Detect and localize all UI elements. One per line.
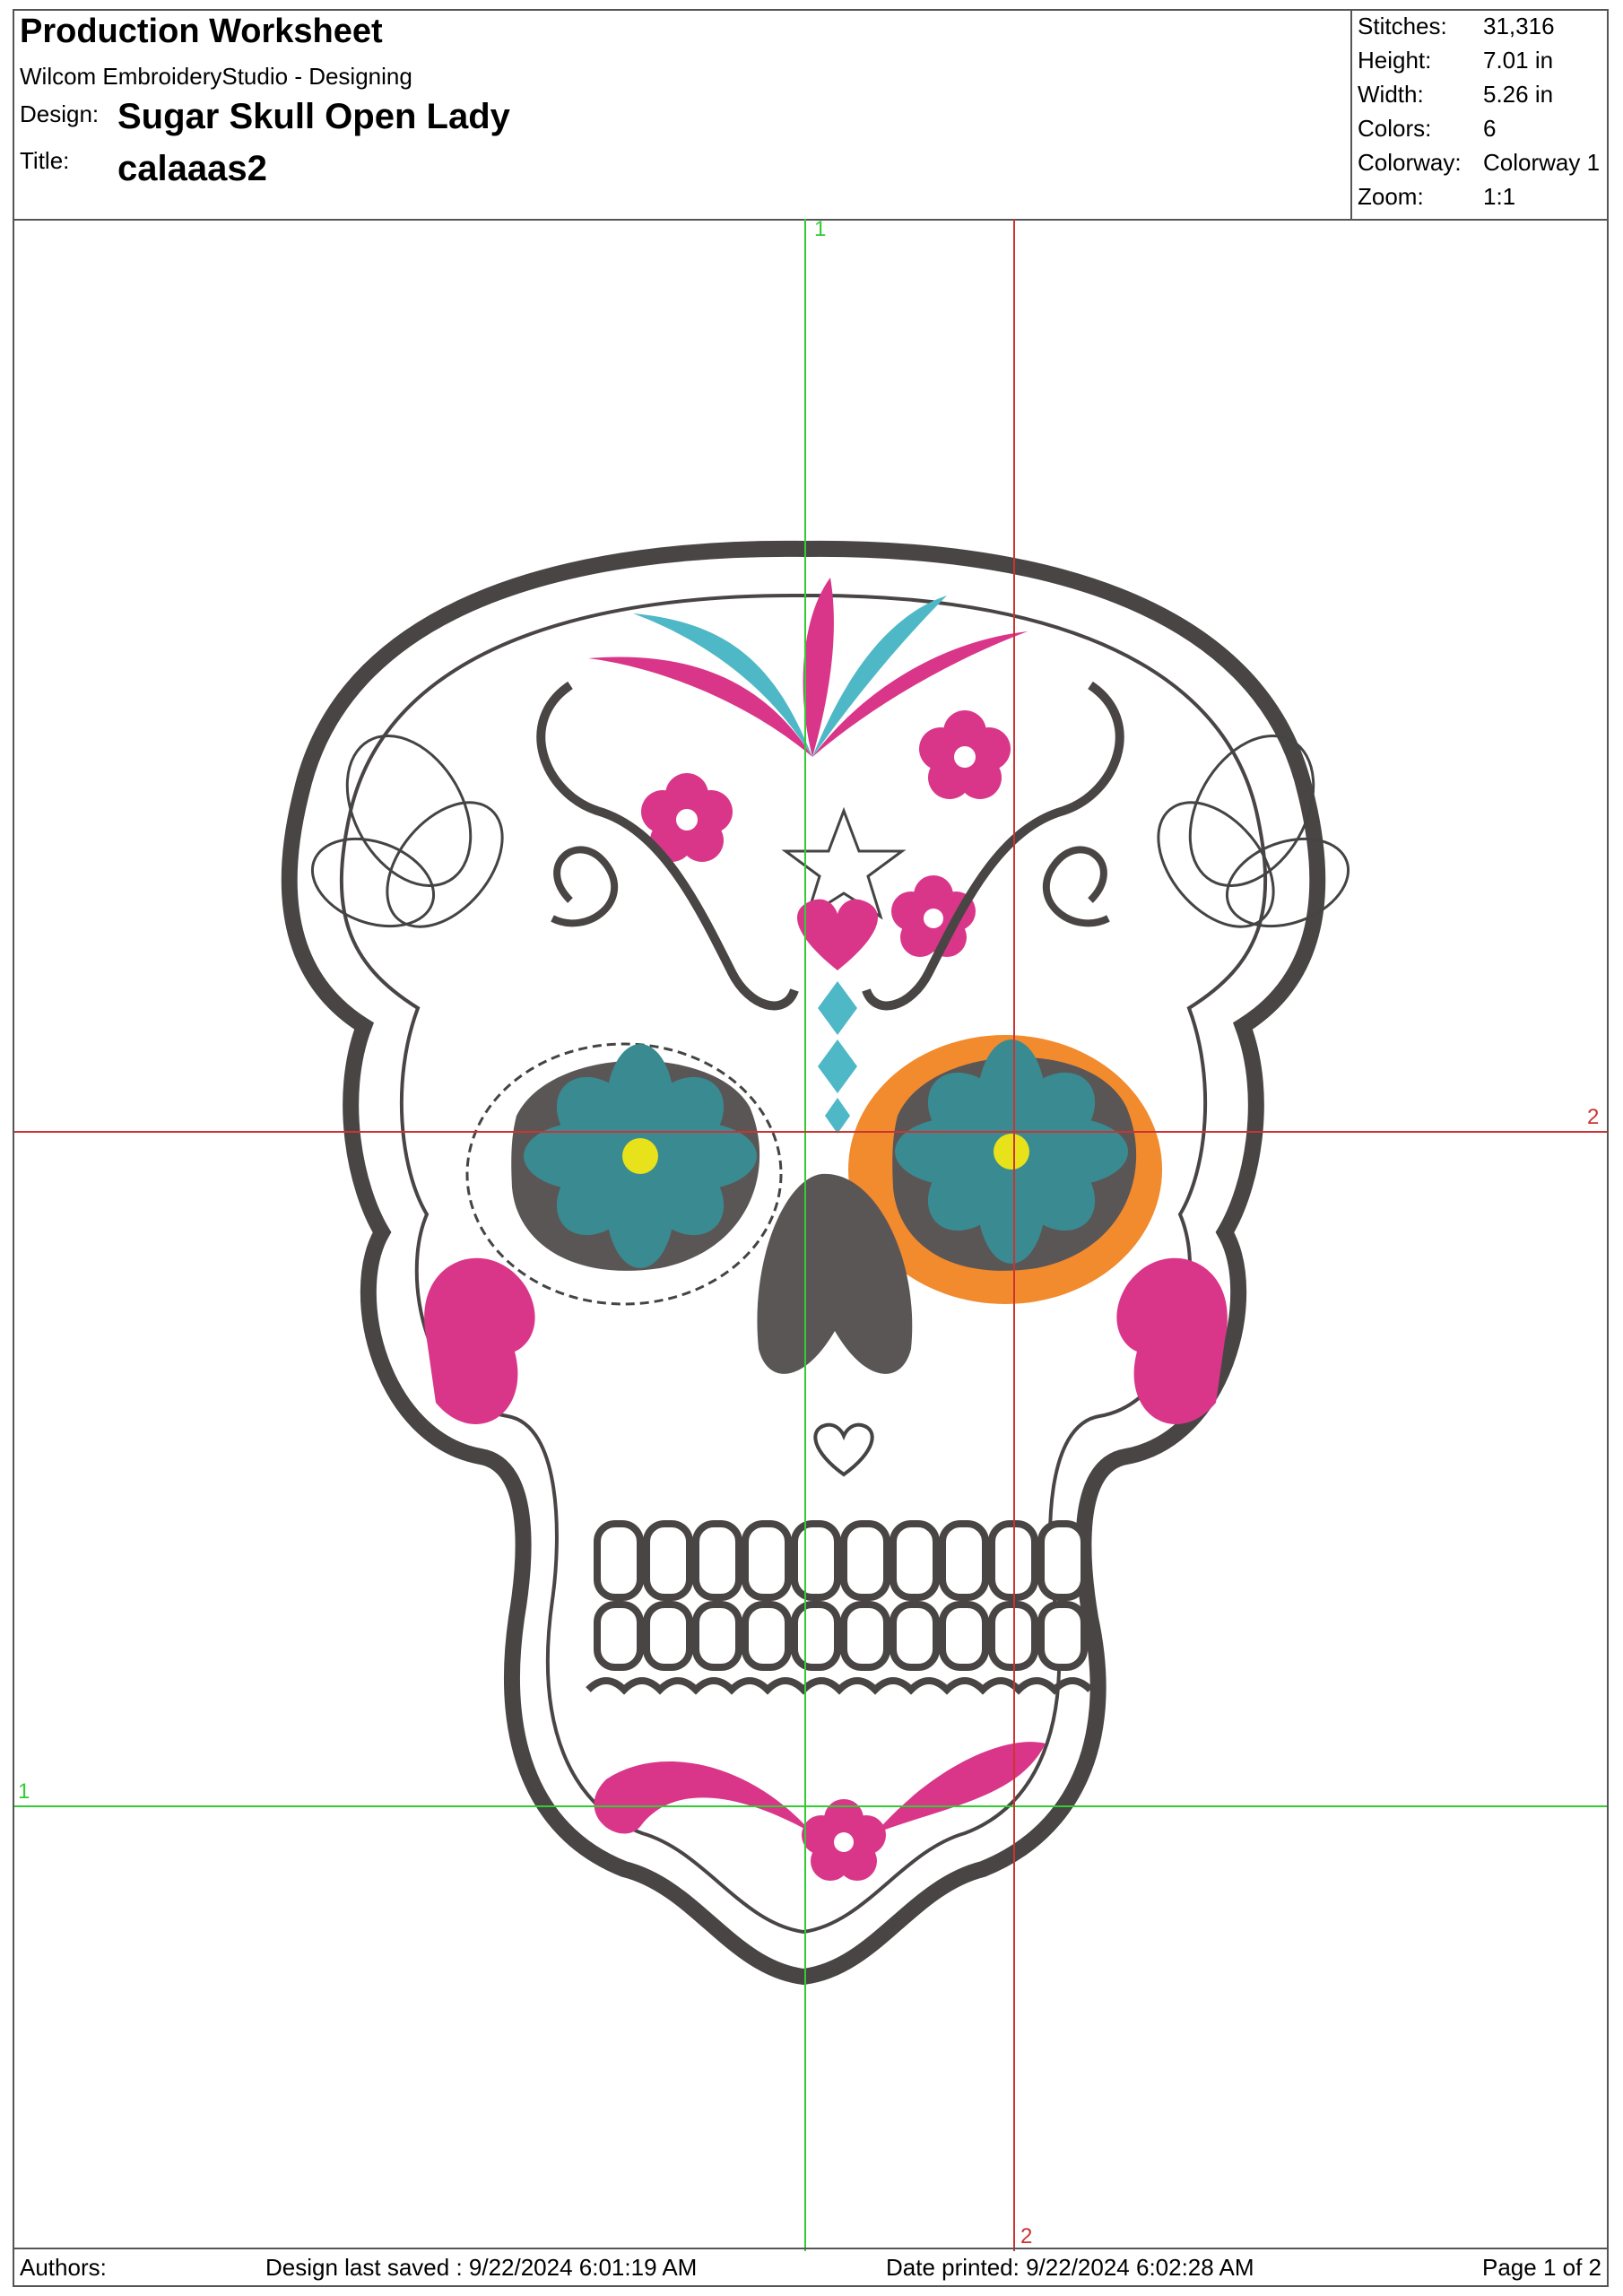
chin-swirl-right [875,1742,1046,1833]
design-title: calaaas2 [117,149,267,188]
nose-diamond-bottom [818,1039,857,1093]
cheek-swirl-left [424,1257,535,1424]
pink-flower-right-top [919,710,1011,799]
footer-date-printed: Date printed: 9/22/2024 6:02:28 AM [886,2254,1254,2281]
guide-label-green-top: 1 [814,217,827,241]
teeth-top-row [594,1520,1088,1601]
footer-last-saved: Design last saved : 9/22/2024 6:01:19 AM [265,2254,698,2281]
guide-label-red-right: 2 [1587,1105,1600,1129]
worksheet-page: Production Worksheet Wilcom EmbroiderySt… [13,9,1609,2287]
stat-label: Colors: [1358,115,1432,142]
outline-flower-left [310,734,504,928]
stat-value: 5.26 in [1483,81,1554,108]
stat-value: 1:1 [1483,183,1516,210]
worksheet-footer: Authors: Design last saved : 9/22/2024 6… [14,2248,1607,2285]
vine-left-curl [551,846,619,927]
nose-diamond-top [818,981,857,1035]
chin-swirl-left [594,1761,812,1834]
stat-value: 7.01 in [1483,47,1554,74]
design-name: Sugar Skull Open Lady [117,97,510,136]
guide-label-red-bottom: 2 [1020,2224,1033,2248]
stat-value: Colorway 1 [1483,149,1601,176]
teeth-bottom-row [594,1601,1088,1671]
application-name: Wilcom EmbroideryStudio - Designing [20,63,412,90]
design-stats: Stitches: 31,316 Height: 7.01 in Width: … [1350,11,1609,219]
small-heart [813,1422,874,1477]
title-label: Title: [20,147,70,174]
guide-label-green-left: 1 [18,1779,30,1804]
chin-flower [802,1799,886,1881]
forehead-heart [797,899,878,970]
worksheet-header: Production Worksheet Wilcom EmbroiderySt… [14,11,1607,221]
stat-value: 6 [1483,115,1497,142]
footer-page-number: Page 1 of 2 [1482,2254,1601,2281]
nose-diamond-small [825,1098,850,1134]
stat-label: Colorway: [1358,149,1462,176]
outline-flower-right [1157,734,1350,928]
sugar-skull-design [14,219,1607,2251]
worksheet-title: Production Worksheet [20,13,383,50]
stat-label: Height: [1358,47,1432,74]
cheek-swirl-right [1116,1257,1228,1424]
design-canvas: 1 1 2 2 [14,217,1607,2251]
stat-label: Width: [1358,81,1424,108]
footer-authors: Authors: [20,2254,107,2281]
header-info: Production Worksheet Wilcom EmbroiderySt… [14,11,1350,219]
forehead-star [781,806,907,920]
vine-right-curl [1042,846,1110,927]
stat-value: 31,316 [1483,13,1555,39]
stat-label: Stitches: [1358,13,1447,39]
design-label: Design: [20,100,100,127]
stat-label: Zoom: [1358,183,1424,210]
